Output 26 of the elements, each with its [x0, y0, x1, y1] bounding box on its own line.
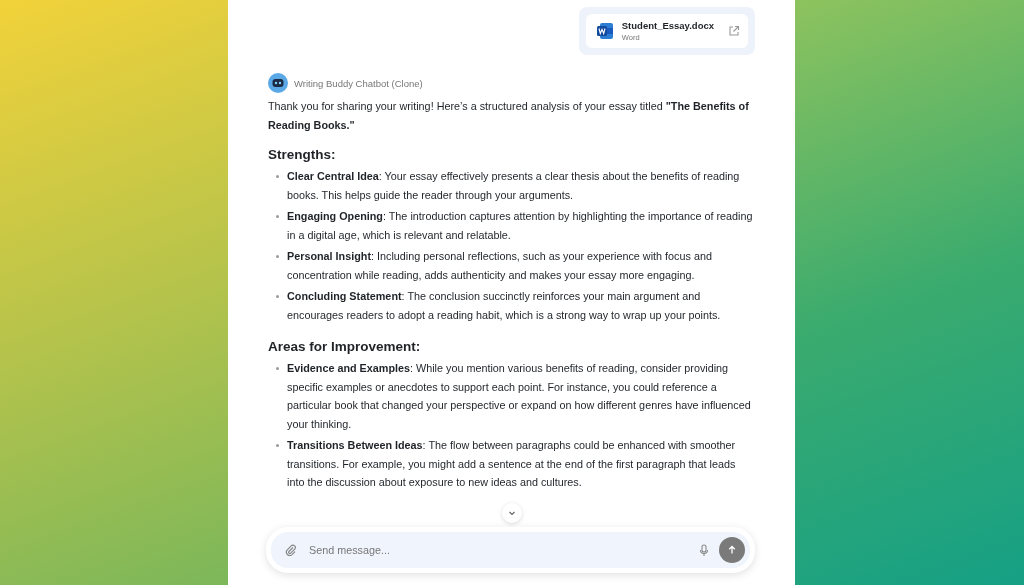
bullet-dot	[276, 255, 279, 258]
external-link-icon[interactable]	[728, 25, 740, 37]
list-item-text: Transitions Between Ideas: The flow between paragraphs could be enhanced with smoother transitions. For example, you might add a sentence at the end of the first paragraph that leads into the discussion about exposure to new ideas and cultures.	[287, 438, 737, 490]
section-heading: Strengths:	[268, 147, 337, 162]
microphone-icon[interactable]	[699, 543, 709, 557]
list-item-text: Concluding Statement: The conclusion succinctly reinforces your main argument and encourages readers to adopt a reading habit, which is a strong way to wrap up your points.	[287, 289, 722, 323]
bullet-dot	[276, 367, 279, 370]
list-item-text: Personal Insight: Including personal reflections, such as your experience with focus and concentration while reading, adds authenticity and makes your essay more engaging.	[287, 249, 713, 283]
send-button[interactable]	[719, 537, 745, 563]
list-item-text: Clear Central Idea: Your essay effectively presents a clear thesis about the benefits of reading books. This helps guide the reader through your arguments.	[287, 169, 741, 203]
arrow-up-icon	[727, 545, 737, 555]
bullet-dot	[276, 215, 279, 218]
bullet-dot	[276, 444, 279, 447]
list-item-text: Evidence and Examples: While you mention various benefits of reading, consider providing specific examples or anecdotes to support each point. For instance, you could reference a particular book that changed your perspective or expand on how different genres have influenced your thinking.	[287, 361, 752, 432]
message-input[interactable]: Send message...	[307, 543, 689, 557]
bullet-dot	[276, 295, 279, 298]
robot-avatar-icon	[268, 73, 288, 93]
scroll-down-button[interactable]	[501, 503, 522, 523]
message-text: Thank you for sharing your writing! Here’s a structured analysis of your essay titled "The Benefits of Reading Books."	[268, 99, 750, 133]
bullet-dot	[276, 175, 279, 178]
bot-name: Writing Buddy Chatbot (Clone)	[294, 77, 423, 89]
section-heading: Areas for Improvement:	[268, 339, 422, 354]
paperclip-icon[interactable]	[285, 544, 297, 556]
list-item-text: Engaging Opening: The introduction captures attention by highlighting the importance of reading in a digital age, which is relevant and relatable.	[287, 209, 754, 243]
document-icon	[595, 22, 614, 40]
file-name: Student_Essay.docx	[621, 20, 714, 31]
